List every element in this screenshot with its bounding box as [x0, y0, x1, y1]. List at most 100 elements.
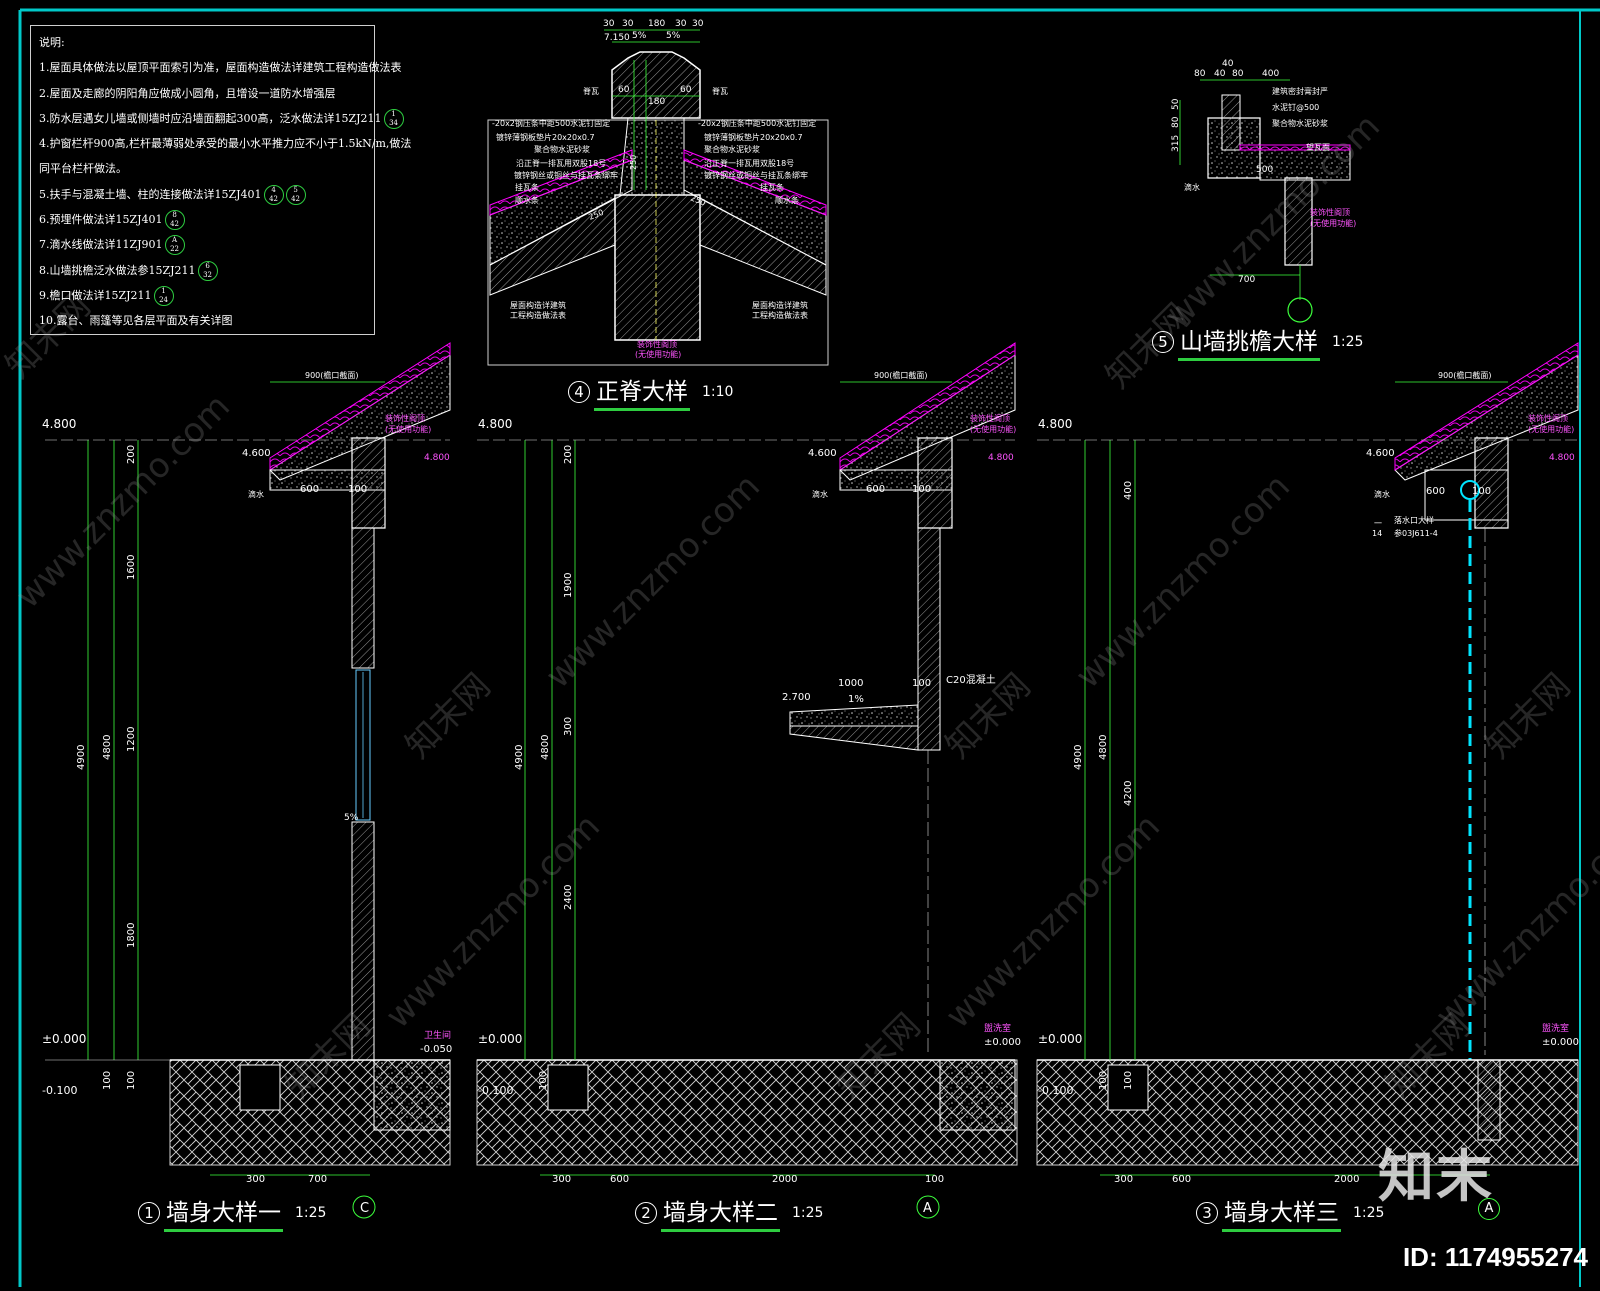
- detail-reference-bubble: A 22: [164, 235, 185, 256]
- wall3-elev-eave2: 4.800: [1549, 453, 1575, 463]
- cad-drawing-sheet: www.znzmo.com www.znzmo.com www.znzmo.co…: [0, 0, 1600, 1287]
- ridge-dim-3: 180: [648, 19, 665, 29]
- gable-side-1: 装饰性阁顶: [1310, 207, 1350, 217]
- watermark-cn-1: 知末网: [398, 666, 498, 766]
- ridge-slope-right: 5%: [666, 31, 681, 41]
- wall3-bottom-1: 300: [1114, 1174, 1133, 1185]
- gable-dim-bottom: 700: [1238, 275, 1255, 285]
- wall1-elev-neg: -0.100: [42, 1084, 77, 1097]
- wall2-vdim-3: 300: [563, 717, 574, 736]
- wall2-bottom-3: 2000: [772, 1174, 797, 1185]
- wall2-room: 盥洗室: [984, 1022, 1011, 1034]
- note-item: 10.露台、雨篷等见各层平面及有关详图: [39, 308, 366, 333]
- wall3-room-elev: ±0.000: [1542, 1037, 1579, 1048]
- wall2-detail-title: 2 墙身大样二 1:25: [635, 1193, 823, 1232]
- gable-dim-mid: 500: [1256, 165, 1273, 175]
- wall2-bottom-4: 100: [925, 1174, 944, 1185]
- wall1-vdim-4: 1800: [126, 923, 137, 948]
- ridge-left-label-1: -20x2钢压条中距500水泥钉固定: [492, 118, 610, 128]
- note-item: 4.护窗栏杆900高,栏杆最薄弱处承受的最小水平推力应不小于1.5kN/m,做法: [39, 131, 411, 156]
- detail-reference-bubble: 8 42: [164, 210, 185, 231]
- watermark-3: www.znzmo.com: [1068, 466, 1298, 696]
- wall1-vdim-1: 200: [126, 445, 137, 464]
- wall1-axis: C: [360, 1201, 369, 1216]
- ridge-dim-1: 30: [603, 19, 615, 29]
- notes-panel: 说明: 1.屋面具体做法以屋顶平面索引为准，屋面构造做法详建筑工程构造做法表 2.…: [30, 25, 411, 335]
- wall3-base-2: 100: [1123, 1071, 1134, 1090]
- ref-sheet-number: 42: [170, 220, 179, 229]
- wall3-vdim-outer-1: 4900: [1073, 745, 1084, 770]
- gable-dim-3: 80: [1232, 69, 1244, 79]
- ref-sheet-number: 34: [389, 118, 398, 127]
- note-text: 7.滴水线做法详11ZJ901: [39, 238, 163, 252]
- wall2-attic-2: (无使用功能): [970, 424, 1016, 434]
- note-text: 3.防水层遇女儿墙或侧墙时应沿墙面翻起300高，泛水做法详15ZJ211: [39, 111, 382, 125]
- wall2-elev-top: 4.800: [478, 417, 512, 431]
- ref-detail-number: 5: [293, 185, 298, 194]
- wall2-elev-eave: 4.600: [808, 448, 837, 459]
- wall1-title-scale: 1:25: [295, 1204, 327, 1221]
- note-text: 2.屋面及走廊的阴阳角应做成小圆角，且增设一道防水增强层: [39, 86, 336, 100]
- ridge-dim-mid-1: 60: [618, 85, 630, 95]
- wall2-canopy-w2: 100: [912, 678, 931, 689]
- ridge-left-label-5: 镀锌钢丝或铜丝与挂瓦条绑牢: [514, 170, 618, 180]
- ridge-dim-5: 30: [692, 19, 704, 29]
- wall3-gutter-code: 参03J611-4: [1394, 528, 1438, 538]
- wall3-bottom-2: 600: [1172, 1174, 1191, 1185]
- wall2-axis: A: [923, 1201, 932, 1216]
- note-item: 6.预埋件做法详15ZJ401 8 42: [39, 207, 366, 232]
- gable-vdim-2: 80: [1171, 116, 1181, 128]
- ridge-right-label-2: 镀锌薄钢板垫片20x20x0.7: [704, 132, 803, 142]
- note-item: 9.檐口做法详15ZJ211 1 24: [39, 283, 366, 308]
- gable-dim-4: 400: [1262, 69, 1279, 79]
- wall3-elev-neg: -0.100: [1038, 1084, 1073, 1097]
- wall2-title-scale: 1:25: [792, 1204, 824, 1221]
- ridge-tile-left: 脊瓦: [583, 86, 599, 96]
- wall3-elev-zero: ±0.000: [1038, 1032, 1082, 1046]
- wall3-title-text: 墙身大样三: [1222, 1193, 1341, 1232]
- notes-list: 1.屋面具体做法以屋顶平面索引为准，屋面构造做法详建筑工程构造做法表 2.屋面及走…: [39, 55, 411, 333]
- gable-title-scale: 1:25: [1332, 333, 1364, 350]
- wall3-dim-600: 600: [1426, 486, 1445, 497]
- gable-title-number: 5: [1152, 330, 1174, 353]
- wall3-elev-top: 4.800: [1038, 417, 1072, 431]
- ridge-right-label-4: 沿正脊一排瓦用双股18号: [704, 158, 794, 168]
- wall1-vdim-outer-2: 4800: [102, 735, 113, 760]
- ridge-note-right-1: 屋面构造详建筑: [752, 300, 808, 310]
- ridge-title-number: 4: [568, 380, 590, 403]
- ridge-center-label-2: (无使用功能): [635, 349, 681, 359]
- note-item: 5.扶手与混凝土墙、柱的连接做法详15ZJ401 4 425 42: [39, 182, 366, 207]
- detail-reference-bubble: 1 34: [383, 108, 404, 129]
- wall3-vdim-1: 400: [1123, 481, 1134, 500]
- gable-dim-top2: 40: [1222, 59, 1234, 69]
- ridge-tile-right: 脊瓦: [712, 86, 728, 96]
- wall1-vdim-2: 1600: [126, 555, 137, 580]
- note-item: 同平台栏杆做法。: [39, 156, 366, 181]
- wall3-elev-eave: 4.600: [1366, 448, 1395, 459]
- wall3-vdim-2: 4200: [1123, 781, 1134, 806]
- ridge-note-left-1: 屋面构造详建筑: [510, 300, 566, 310]
- wall1-attic-1: 装饰性阁顶: [385, 413, 425, 423]
- ref-sheet-number: 22: [170, 245, 179, 254]
- note-text: 4.护窗栏杆900高,栏杆最薄弱处承受的最小水平推力应不小于1.5kN/m,做法: [39, 137, 412, 151]
- detail-reference-bubble: 6 32: [197, 260, 218, 281]
- wall3-room: 盥洗室: [1542, 1022, 1569, 1034]
- wall1-title-number: 1: [138, 1201, 160, 1224]
- ridge-left-label-2: 镀锌薄钢板垫片20x20x0.7: [496, 132, 595, 142]
- ridge-elev: 7.150: [604, 33, 630, 43]
- gable-label-1: 建筑密封膏封严: [1272, 86, 1328, 96]
- ridge-left-label-4: 沿正脊一排瓦用双股18号: [516, 158, 606, 168]
- watermark-7: www.znzmo.com: [1428, 806, 1600, 1036]
- note-text: 5.扶手与混凝土墙、柱的连接做法详15ZJ401: [39, 187, 262, 201]
- watermark-4: www.znzmo.com: [378, 806, 608, 1036]
- wall3-vdim-outer-2: 4800: [1098, 735, 1109, 760]
- ridge-center-label-1: 装饰性阁顶: [637, 339, 677, 349]
- gable-title-text: 山墙挑檐大样: [1178, 322, 1320, 361]
- note-text: 9.檐口做法详15ZJ211: [39, 288, 152, 302]
- wall3-attic-2: (无使用功能): [1528, 424, 1574, 434]
- wall1-room-elev: -0.050: [420, 1044, 452, 1055]
- wall1-vdim-3: 1200: [126, 727, 137, 752]
- wall2-dim-600: 600: [866, 484, 885, 495]
- wall1-room: 卫生间: [424, 1029, 451, 1041]
- wall2-attic-1: 装饰性阁顶: [970, 413, 1010, 423]
